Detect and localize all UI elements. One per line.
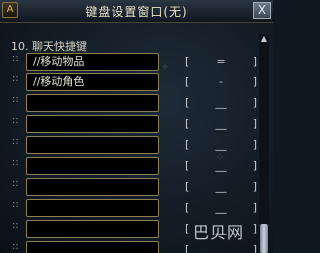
vertical-scrollbar[interactable]: ▲ — [259, 34, 269, 253]
shortcut-row: :: [ __ ] — [0, 157, 273, 177]
chat-macro-input[interactable] — [26, 178, 159, 196]
section-title: 10. 聊天快捷键 — [11, 40, 87, 53]
hotkey-slot[interactable]: [ - ] — [185, 75, 257, 91]
site-watermark: 巴贝网 — [193, 223, 245, 242]
chat-macro-input[interactable] — [26, 94, 159, 112]
bracket-right: ] — [252, 55, 257, 68]
chat-macro-input[interactable] — [26, 199, 159, 217]
drag-handle-icon[interactable]: :: — [12, 95, 19, 105]
bracket-right: ] — [252, 138, 257, 151]
chat-macro-input[interactable] — [26, 136, 159, 154]
hotkey-slot[interactable]: [ __ ] — [185, 117, 257, 133]
chat-macro-input[interactable]: //移动物品 — [26, 53, 159, 71]
shortcut-row: :: [ __ ] — [0, 94, 273, 114]
shortcut-row: :: [ __ ] — [0, 178, 273, 198]
scroll-thumb[interactable] — [260, 224, 268, 253]
title-bar[interactable]: A 键盘设置窗口(无) X — [0, 0, 273, 23]
hotkey-label: __ — [215, 117, 227, 130]
shortcut-row: :: //移动物品 [ = ] — [0, 53, 273, 73]
hotkey-label: __ — [215, 159, 227, 172]
bracket-right: ] — [252, 243, 257, 253]
keyboard-settings-window: A 键盘设置窗口(无) X ✦ ✧ 10. 聊天快捷键 :: //移动物品 [ … — [0, 0, 273, 253]
shortcut-row: :: [ __ ] — [0, 115, 273, 135]
close-button[interactable]: X — [253, 2, 271, 19]
hotkey-slot[interactable]: [ __ ] — [185, 201, 257, 217]
shortcut-row: :: [ __ ] — [0, 136, 273, 156]
bracket-right: ] — [252, 201, 257, 214]
shortcut-row: :: [ __ ] — [0, 199, 273, 219]
shortcut-row: :: //移动角色 [ - ] — [0, 73, 273, 93]
scroll-up-icon[interactable]: ▲ — [259, 34, 269, 44]
drag-handle-icon[interactable]: :: — [12, 221, 19, 231]
drag-handle-icon[interactable]: :: — [12, 200, 19, 210]
drag-handle-icon[interactable]: :: — [12, 242, 19, 252]
bracket-right: ] — [252, 180, 257, 193]
bracket-right: ] — [252, 75, 257, 88]
hotkey-label: __ — [215, 180, 227, 193]
drag-handle-icon[interactable]: :: — [12, 74, 19, 84]
drag-handle-icon[interactable]: :: — [12, 116, 19, 126]
hotkey-label: __ — [215, 96, 227, 109]
chat-macro-input[interactable] — [26, 241, 159, 253]
hotkey-slot[interactable]: [ __ ] — [185, 180, 257, 196]
chat-macro-input[interactable]: //移动角色 — [26, 73, 159, 91]
hotkey-slot[interactable]: [ __ ] — [185, 138, 257, 154]
bracket-right: ] — [252, 222, 257, 235]
hotkey-label: __ — [215, 243, 227, 253]
drag-handle-icon[interactable]: :: — [12, 137, 19, 147]
hotkey-slot[interactable]: [ __ ] — [185, 159, 257, 175]
hotkey-label: __ — [215, 138, 227, 151]
drag-handle-icon[interactable]: :: — [12, 54, 19, 64]
hotkey-label: = — [216, 55, 226, 68]
drag-handle-icon[interactable]: :: — [12, 179, 19, 189]
chat-macro-input[interactable] — [26, 115, 159, 133]
chat-macro-input[interactable] — [26, 157, 159, 175]
hotkey-slot[interactable]: [ __ ] — [185, 243, 257, 253]
hotkey-slot[interactable]: [ __ ] — [185, 96, 257, 112]
drag-handle-icon[interactable]: :: — [12, 158, 19, 168]
hotkey-label: __ — [215, 201, 227, 214]
window-title: 键盘设置窗口(无) — [85, 5, 188, 19]
hotkey-label: - — [219, 75, 223, 88]
bracket-right: ] — [252, 117, 257, 130]
bracket-right: ] — [252, 159, 257, 172]
bracket-right: ] — [252, 96, 257, 109]
hotkey-slot[interactable]: [ = ] — [185, 55, 257, 71]
chat-macro-input[interactable] — [26, 220, 159, 238]
